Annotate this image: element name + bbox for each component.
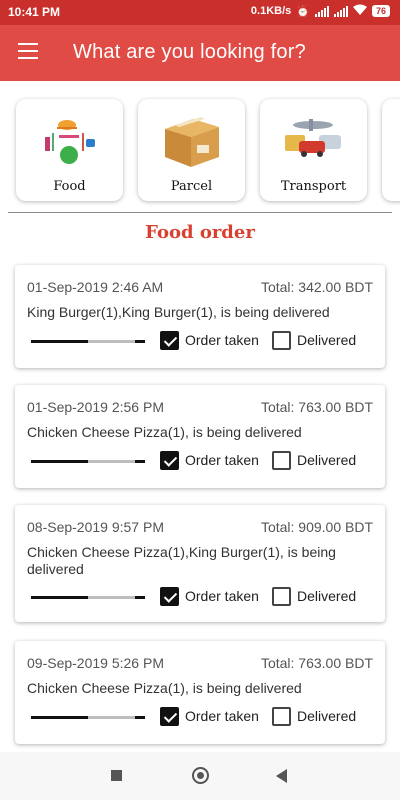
status-time: 10:41 PM (8, 5, 61, 19)
progress-fill (31, 340, 88, 343)
order-card[interactable]: 09-Sep-2019 5:26 PM Total: 763.00 BDT Ch… (15, 641, 385, 744)
delivered-checkbox[interactable] (272, 451, 291, 470)
order-items: Chicken Cheese Pizza(1), is being delive… (27, 424, 302, 440)
order-taken-checkbox[interactable] (160, 451, 179, 470)
order-progress-bar (31, 716, 145, 719)
alarm-icon: ⏰ (296, 5, 310, 18)
delivered-checkbox[interactable] (272, 707, 291, 726)
signal-icon (314, 5, 329, 17)
order-taken-label: Order taken (185, 452, 259, 468)
order-total: Total: 909.00 BDT (260, 519, 373, 535)
app-title: What are you looking for? (73, 41, 306, 63)
progress-end-marker (135, 460, 145, 463)
order-total: Total: 763.00 BDT (260, 399, 373, 415)
hamburger-menu-icon[interactable] (18, 43, 38, 59)
order-status-row: Order taken Delivered (15, 706, 385, 728)
order-card[interactable]: 01-Sep-2019 2:46 AM Total: 342.00 BDT Ki… (15, 265, 385, 368)
order-date: 01-Sep-2019 2:56 PM (27, 399, 164, 415)
status-bar: 10:41 PM 0.1KB/s ⏰ 76 (0, 0, 400, 25)
category-parcel-label: Parcel (170, 179, 213, 194)
order-items: Chicken Cheese Pizza(1),King Burger(1), … (27, 544, 336, 577)
system-nav-bar (0, 752, 400, 800)
divider (8, 212, 392, 213)
delivered-label: Delivered (297, 452, 357, 468)
order-taken-checkbox[interactable] (160, 331, 179, 350)
category-row: Food Parcel Transport (0, 99, 400, 201)
order-progress-bar (31, 460, 145, 463)
order-items: King Burger(1),King Burger(1), is being … (27, 304, 330, 320)
progress-end-marker (135, 340, 145, 343)
order-progress-bar (31, 340, 145, 343)
category-parcel[interactable]: Parcel (138, 99, 245, 201)
progress-fill (31, 716, 88, 719)
order-status-row: Order taken Delivered (15, 450, 385, 472)
parcel-box-icon (165, 117, 219, 167)
order-status-row: Order taken Delivered (15, 330, 385, 352)
delivered-label: Delivered (297, 332, 357, 348)
order-progress-bar (31, 596, 145, 599)
back-icon[interactable] (276, 769, 287, 783)
order-taken-checkbox[interactable] (160, 707, 179, 726)
app-bar: What are you looking for? (0, 25, 400, 81)
order-card[interactable]: 08-Sep-2019 9:57 PM Total: 909.00 BDT Ch… (15, 505, 385, 622)
order-date: 09-Sep-2019 5:26 PM (27, 655, 164, 671)
category-transport-label: Transport (280, 179, 347, 194)
signal-icon-2 (333, 5, 348, 17)
net-speed: 0.1KB/s (250, 5, 292, 17)
delivered-checkbox[interactable] (272, 587, 291, 606)
order-card[interactable]: 01-Sep-2019 2:56 PM Total: 763.00 BDT Ch… (15, 385, 385, 488)
progress-fill (31, 460, 88, 463)
status-indicators: 0.1KB/s ⏰ 76 (251, 4, 390, 18)
order-status-row: Order taken Delivered (15, 586, 385, 608)
category-partial-card[interactable] (382, 99, 400, 201)
delivered-label: Delivered (297, 708, 357, 724)
category-transport[interactable]: Transport (260, 99, 367, 201)
recent-apps-icon[interactable] (111, 770, 122, 781)
category-food[interactable]: Food (16, 99, 123, 201)
progress-end-marker (135, 716, 145, 719)
order-date: 01-Sep-2019 2:46 AM (27, 279, 164, 295)
order-items: Chicken Cheese Pizza(1), is being delive… (27, 680, 302, 696)
order-taken-label: Order taken (185, 332, 259, 348)
battery-icon: 76 (371, 5, 390, 17)
progress-end-marker (135, 596, 145, 599)
order-date: 08-Sep-2019 9:57 PM (27, 519, 164, 535)
section-title: Food order (145, 222, 255, 243)
home-icon[interactable] (192, 767, 209, 784)
wifi-icon (352, 4, 367, 18)
order-taken-label: Order taken (185, 588, 259, 604)
order-taken-checkbox[interactable] (160, 587, 179, 606)
delivered-label: Delivered (297, 588, 357, 604)
food-icon (45, 120, 95, 164)
order-taken-label: Order taken (185, 708, 259, 724)
progress-fill (31, 596, 88, 599)
transport-vehicles-icon (285, 119, 341, 157)
order-total: Total: 342.00 BDT (260, 279, 373, 295)
order-total: Total: 763.00 BDT (260, 655, 373, 671)
category-food-label: Food (53, 179, 86, 194)
delivered-checkbox[interactable] (272, 331, 291, 350)
